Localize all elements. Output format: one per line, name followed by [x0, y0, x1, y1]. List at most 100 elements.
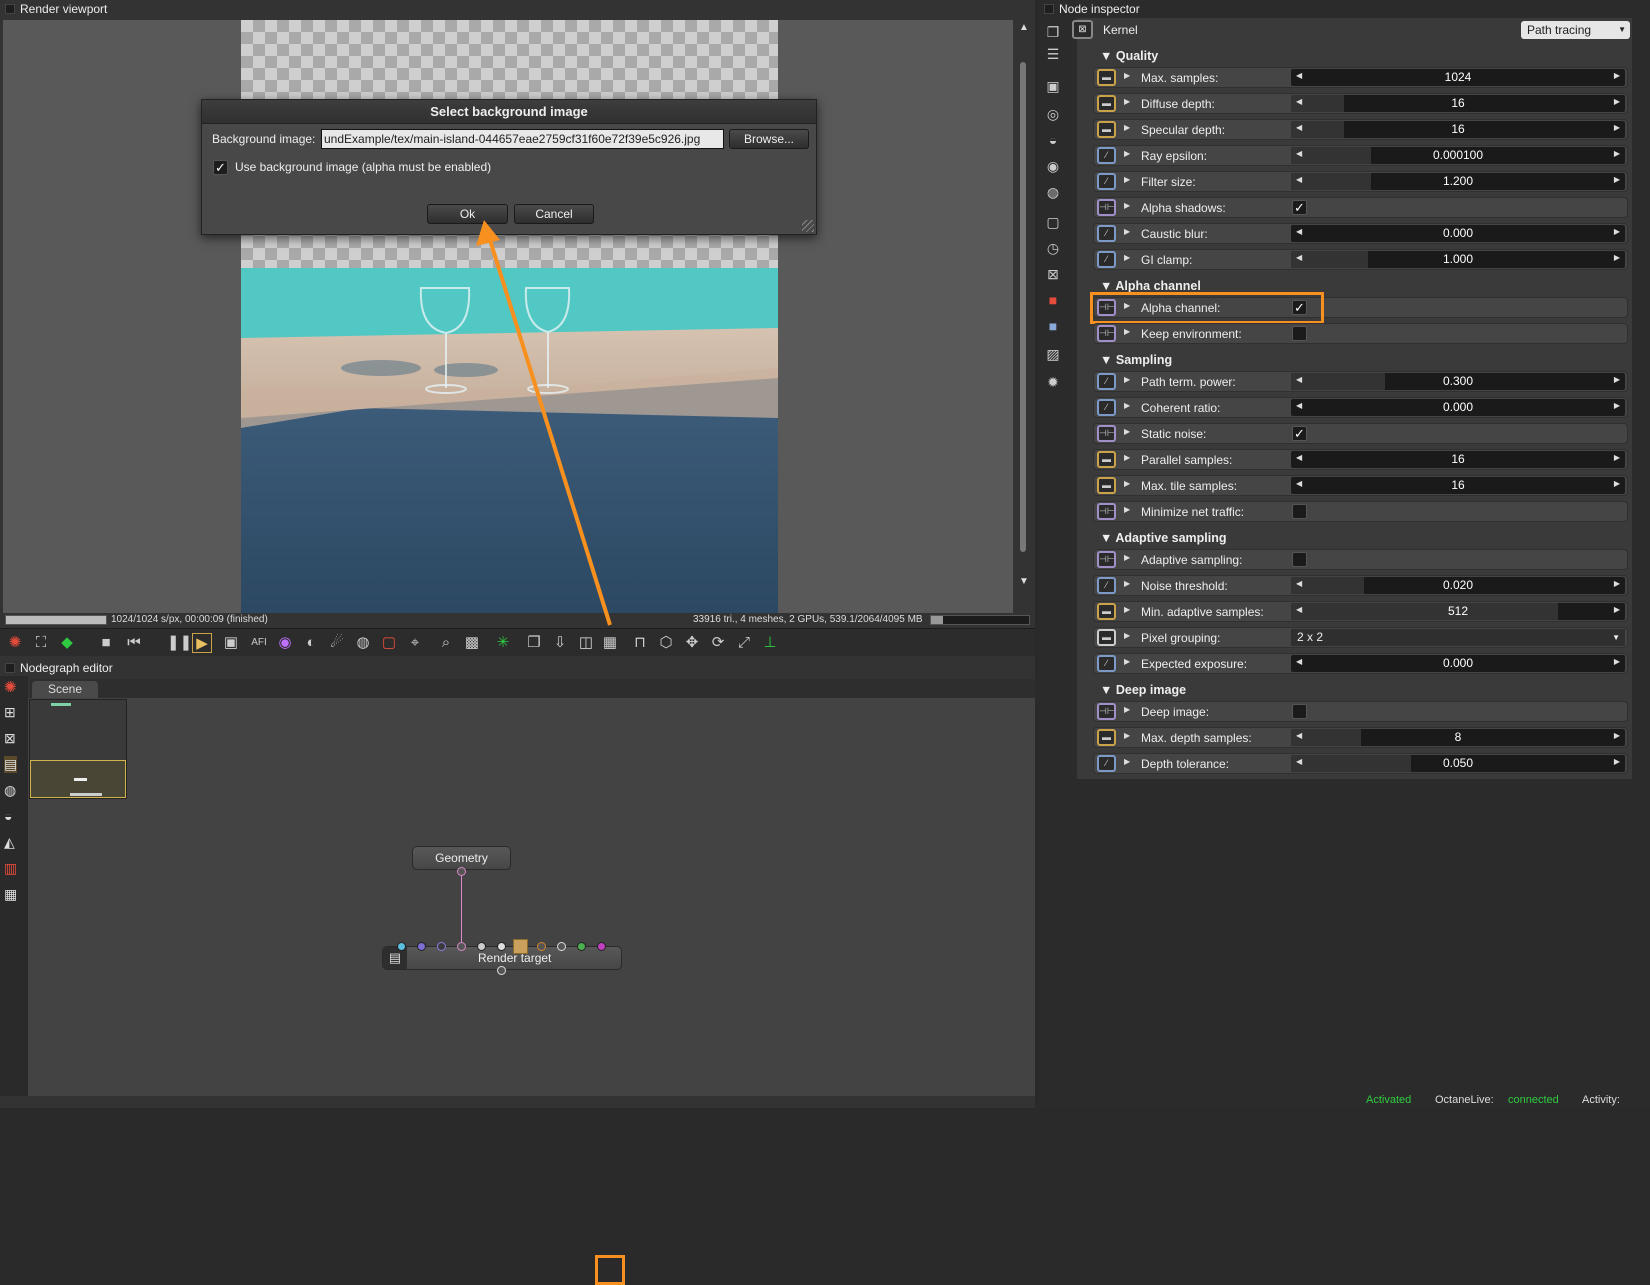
expand-icon[interactable]: ▶	[1124, 253, 1130, 262]
expand-icon[interactable]: ▶	[1124, 505, 1130, 514]
expand-icon[interactable]: ▶	[1124, 605, 1130, 614]
increment-icon[interactable]: ▶	[1614, 175, 1620, 184]
input-pin[interactable]	[577, 942, 586, 951]
filter-size-slider[interactable]: ◀ 1.200 ▶	[1291, 173, 1625, 190]
expand-icon[interactable]: ▶	[1124, 175, 1130, 184]
deep-image-checkbox[interactable]	[1292, 704, 1307, 719]
parallel-samples-slider[interactable]: ◀ 16 ▶	[1291, 451, 1625, 468]
increment-icon[interactable]: ▶	[1614, 149, 1620, 158]
max-depth-samples-slider[interactable]: ◀ 8 ▶	[1291, 729, 1625, 746]
increment-icon[interactable]: ▶	[1614, 453, 1620, 462]
increment-icon[interactable]: ▶	[1614, 605, 1620, 614]
depth-tolerance-slider[interactable]: ◀ 0.050 ▶	[1291, 755, 1625, 772]
expand-icon[interactable]: ▶	[1124, 757, 1130, 766]
input-pin[interactable]	[597, 942, 606, 951]
minimize-net-traffic-checkbox[interactable]	[1292, 504, 1307, 519]
static-noise-checkbox[interactable]: ✓	[1292, 426, 1307, 441]
expand-icon[interactable]: ▶	[1124, 327, 1130, 336]
max-samples-slider[interactable]: ◀ 1024 ▶	[1291, 69, 1625, 86]
increment-icon[interactable]: ▶	[1614, 479, 1620, 488]
input-pin[interactable]	[557, 942, 566, 951]
input-pin[interactable]	[437, 942, 446, 951]
minimap-viewport[interactable]	[30, 760, 126, 798]
increment-icon[interactable]: ▶	[1614, 71, 1620, 80]
material-icon[interactable]: ◍	[4, 782, 16, 799]
diffuse-depth-slider[interactable]: ◀ 16 ▶	[1291, 95, 1625, 112]
gi-clamp-slider[interactable]: ◀ 1.000 ▶	[1291, 251, 1625, 268]
increment-icon[interactable]: ▶	[1614, 227, 1620, 236]
clock-icon[interactable]: ◷	[1043, 238, 1063, 258]
tab-scene[interactable]: Scene	[32, 681, 98, 698]
path-term-power-slider[interactable]: ◀ 0.300 ▶	[1291, 373, 1625, 390]
red-cube-icon[interactable]: ■	[1043, 290, 1063, 310]
output-pin[interactable]	[497, 966, 506, 975]
picture-icon[interactable]: ▨	[1043, 344, 1063, 364]
expand-icon[interactable]: ▶	[1124, 123, 1130, 132]
expand-icon[interactable]: ▶	[1124, 453, 1130, 462]
pixel-grouping-dropdown[interactable]: 2 x 2 ▼	[1291, 629, 1625, 646]
nodes-icon[interactable]: ⊞	[4, 704, 16, 721]
list-icon[interactable]: ☰	[1043, 44, 1063, 64]
material-icon[interactable]: ◍	[1043, 182, 1063, 202]
increment-icon[interactable]: ▶	[1614, 253, 1620, 262]
expand-icon[interactable]: ▶	[1124, 201, 1130, 210]
image-icon[interactable]: ▣	[1043, 76, 1063, 96]
octane-logo-icon[interactable]: ✺	[4, 678, 17, 696]
specular-depth-slider[interactable]: ◀ 16 ▶	[1291, 121, 1625, 138]
expand-icon[interactable]: ▶	[1124, 705, 1130, 714]
graph-icon[interactable]: ⊠	[4, 730, 16, 747]
texture-icon[interactable]: ▢	[1043, 212, 1063, 232]
input-pin[interactable]	[397, 942, 406, 951]
keep-environment-checkbox[interactable]	[1292, 326, 1307, 341]
input-pin[interactable]	[417, 942, 426, 951]
expand-icon[interactable]: ▶	[1124, 579, 1130, 588]
expand-icon[interactable]: ▶	[1124, 375, 1130, 384]
texture-icon[interactable]: ◒	[4, 808, 12, 824]
expand-icon[interactable]: ▶	[1124, 731, 1130, 740]
section-adaptive-sampling[interactable]: ▼ Adaptive sampling	[1100, 529, 1227, 547]
expand-icon[interactable]: ▶	[1124, 427, 1130, 436]
input-pin[interactable]	[537, 942, 546, 951]
nodegraph-minimap[interactable]	[29, 699, 127, 799]
adaptive-sampling-checkbox[interactable]	[1292, 552, 1307, 567]
expand-icon[interactable]: ▶	[1124, 631, 1130, 640]
increment-icon[interactable]: ▶	[1614, 657, 1620, 666]
sun-icon[interactable]: ✹	[1043, 372, 1063, 392]
increment-icon[interactable]: ▶	[1614, 97, 1620, 106]
expand-icon[interactable]: ▶	[1124, 149, 1130, 158]
increment-icon[interactable]: ▶	[1614, 579, 1620, 588]
input-pin[interactable]	[477, 942, 486, 951]
kernel-pin-highlight[interactable]	[513, 939, 528, 954]
input-pin[interactable]	[457, 942, 466, 951]
noise-threshold-slider[interactable]: ◀ 0.020 ▶	[1291, 577, 1625, 594]
graph-icon[interactable]: ⊠	[1043, 264, 1063, 284]
nodegraph-canvas[interactable]	[28, 698, 1035, 1096]
section-sampling[interactable]: ▼ Sampling	[1100, 351, 1172, 369]
camera-icon[interactable]: ◭	[4, 834, 15, 851]
layers-icon[interactable]: ❐	[1043, 22, 1063, 42]
max-tile-samples-slider[interactable]: ◀ 16 ▶	[1291, 477, 1625, 494]
expand-icon[interactable]: ▶	[1124, 227, 1130, 236]
render-target-icon[interactable]: ▤	[4, 756, 18, 773]
expand-icon[interactable]: ▶	[1124, 97, 1130, 106]
sphere-icon[interactable]: ◉	[1043, 156, 1063, 176]
increment-icon[interactable]: ▶	[1614, 375, 1620, 384]
section-quality[interactable]: ▼ Quality	[1100, 47, 1158, 65]
kernel-type-dropdown[interactable]: Path tracing ▼	[1521, 21, 1630, 39]
increment-icon[interactable]: ▶	[1614, 401, 1620, 410]
section-deep-image[interactable]: ▼ Deep image	[1100, 681, 1186, 699]
min-adaptive-samples-slider[interactable]: ◀ 512 ▶	[1291, 603, 1625, 620]
increment-icon[interactable]: ▶	[1614, 123, 1620, 132]
increment-icon[interactable]: ▶	[1614, 757, 1620, 766]
camera-icon[interactable]: ◎	[1043, 104, 1063, 124]
pin-geometry-out[interactable]	[457, 867, 466, 876]
expand-icon[interactable]: ▶	[1124, 553, 1130, 562]
ray-epsilon-slider[interactable]: ◀ 0.000100 ▶	[1291, 147, 1625, 164]
environment-icon[interactable]: ◒	[1043, 130, 1063, 150]
input-pin[interactable]	[497, 942, 506, 951]
expected-exposure-slider[interactable]: ◀ 0.000 ▶	[1291, 655, 1625, 672]
coherent-ratio-slider[interactable]: ◀ 0.000 ▶	[1291, 399, 1625, 416]
blue-cube-icon[interactable]: ■	[1043, 316, 1063, 336]
expand-icon[interactable]: ▶	[1124, 71, 1130, 80]
increment-icon[interactable]: ▶	[1614, 731, 1620, 740]
